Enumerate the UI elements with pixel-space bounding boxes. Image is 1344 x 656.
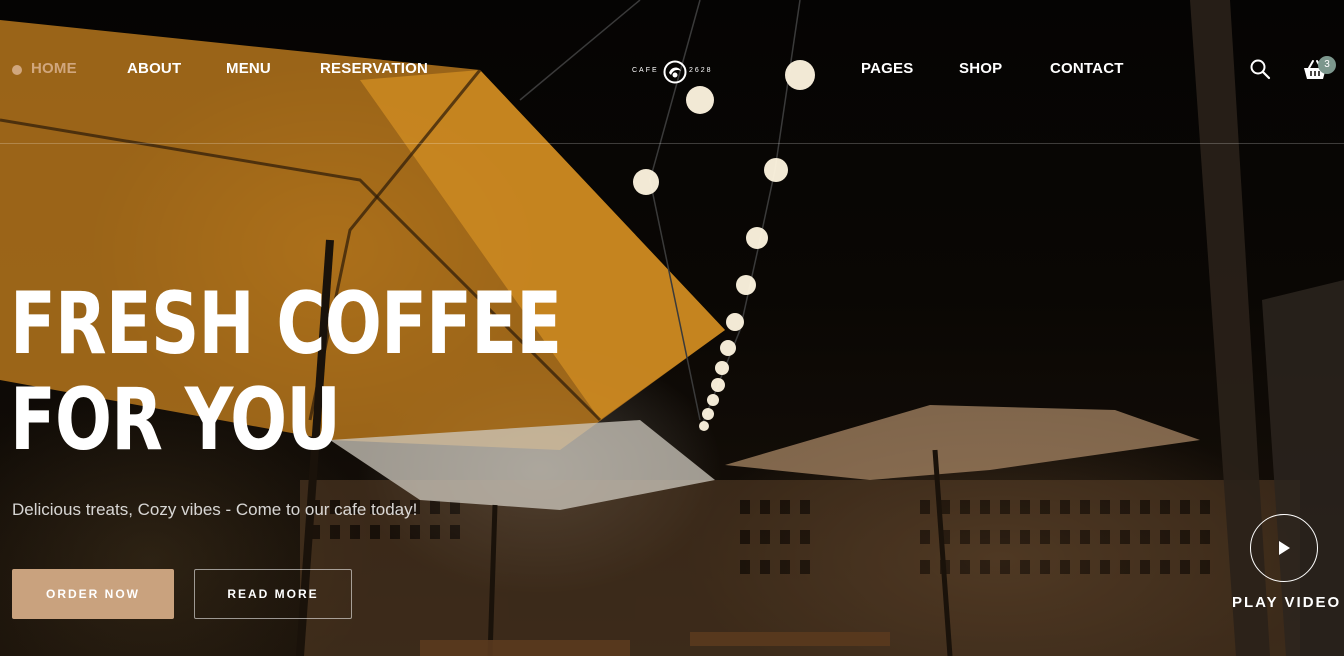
play-video-label[interactable]: PLAY VIDEO bbox=[1232, 594, 1341, 611]
hero-title-line-1: FRESH COFFEE bbox=[10, 274, 562, 374]
hero-subtitle: Delicious treats, Cozy vibes - Come to o… bbox=[12, 500, 418, 519]
nav-item-pages[interactable]: PAGES bbox=[861, 60, 913, 77]
logo-mark-icon bbox=[663, 60, 687, 84]
site-logo[interactable]: CAFE 2628 bbox=[630, 58, 720, 88]
search-icon bbox=[1250, 59, 1271, 80]
hero-section: HOME ABOUT MENU RESERVATION CAFE 2628 PA… bbox=[0, 0, 1344, 656]
nav-item-reservation[interactable]: RESERVATION bbox=[320, 60, 428, 77]
nav-item-contact[interactable]: CONTACT bbox=[1050, 60, 1124, 77]
order-now-button[interactable]: ORDER NOW bbox=[12, 569, 174, 619]
active-indicator-dot bbox=[12, 65, 22, 75]
play-video-button[interactable] bbox=[1250, 514, 1318, 582]
logo-text-right: 2628 bbox=[689, 67, 713, 74]
read-more-button[interactable]: READ MORE bbox=[194, 569, 352, 619]
nav-item-about[interactable]: ABOUT bbox=[127, 60, 181, 77]
hero-title: FRESH COFFEE FOR YOU bbox=[10, 274, 562, 470]
hero-title-line-2: FOR YOU bbox=[10, 370, 341, 470]
nav-item-home[interactable]: HOME bbox=[31, 60, 77, 77]
logo-text-left: CAFE bbox=[632, 67, 659, 74]
search-button[interactable] bbox=[1249, 58, 1271, 80]
nav-item-shop[interactable]: SHOP bbox=[959, 60, 1002, 77]
main-navigation: HOME ABOUT MENU RESERVATION CAFE 2628 PA… bbox=[0, 0, 1344, 144]
play-icon bbox=[1279, 541, 1290, 555]
lattice-fence bbox=[300, 480, 1300, 656]
nav-item-menu[interactable]: MENU bbox=[226, 60, 271, 77]
cart-count-badge: 3 bbox=[1318, 56, 1336, 74]
